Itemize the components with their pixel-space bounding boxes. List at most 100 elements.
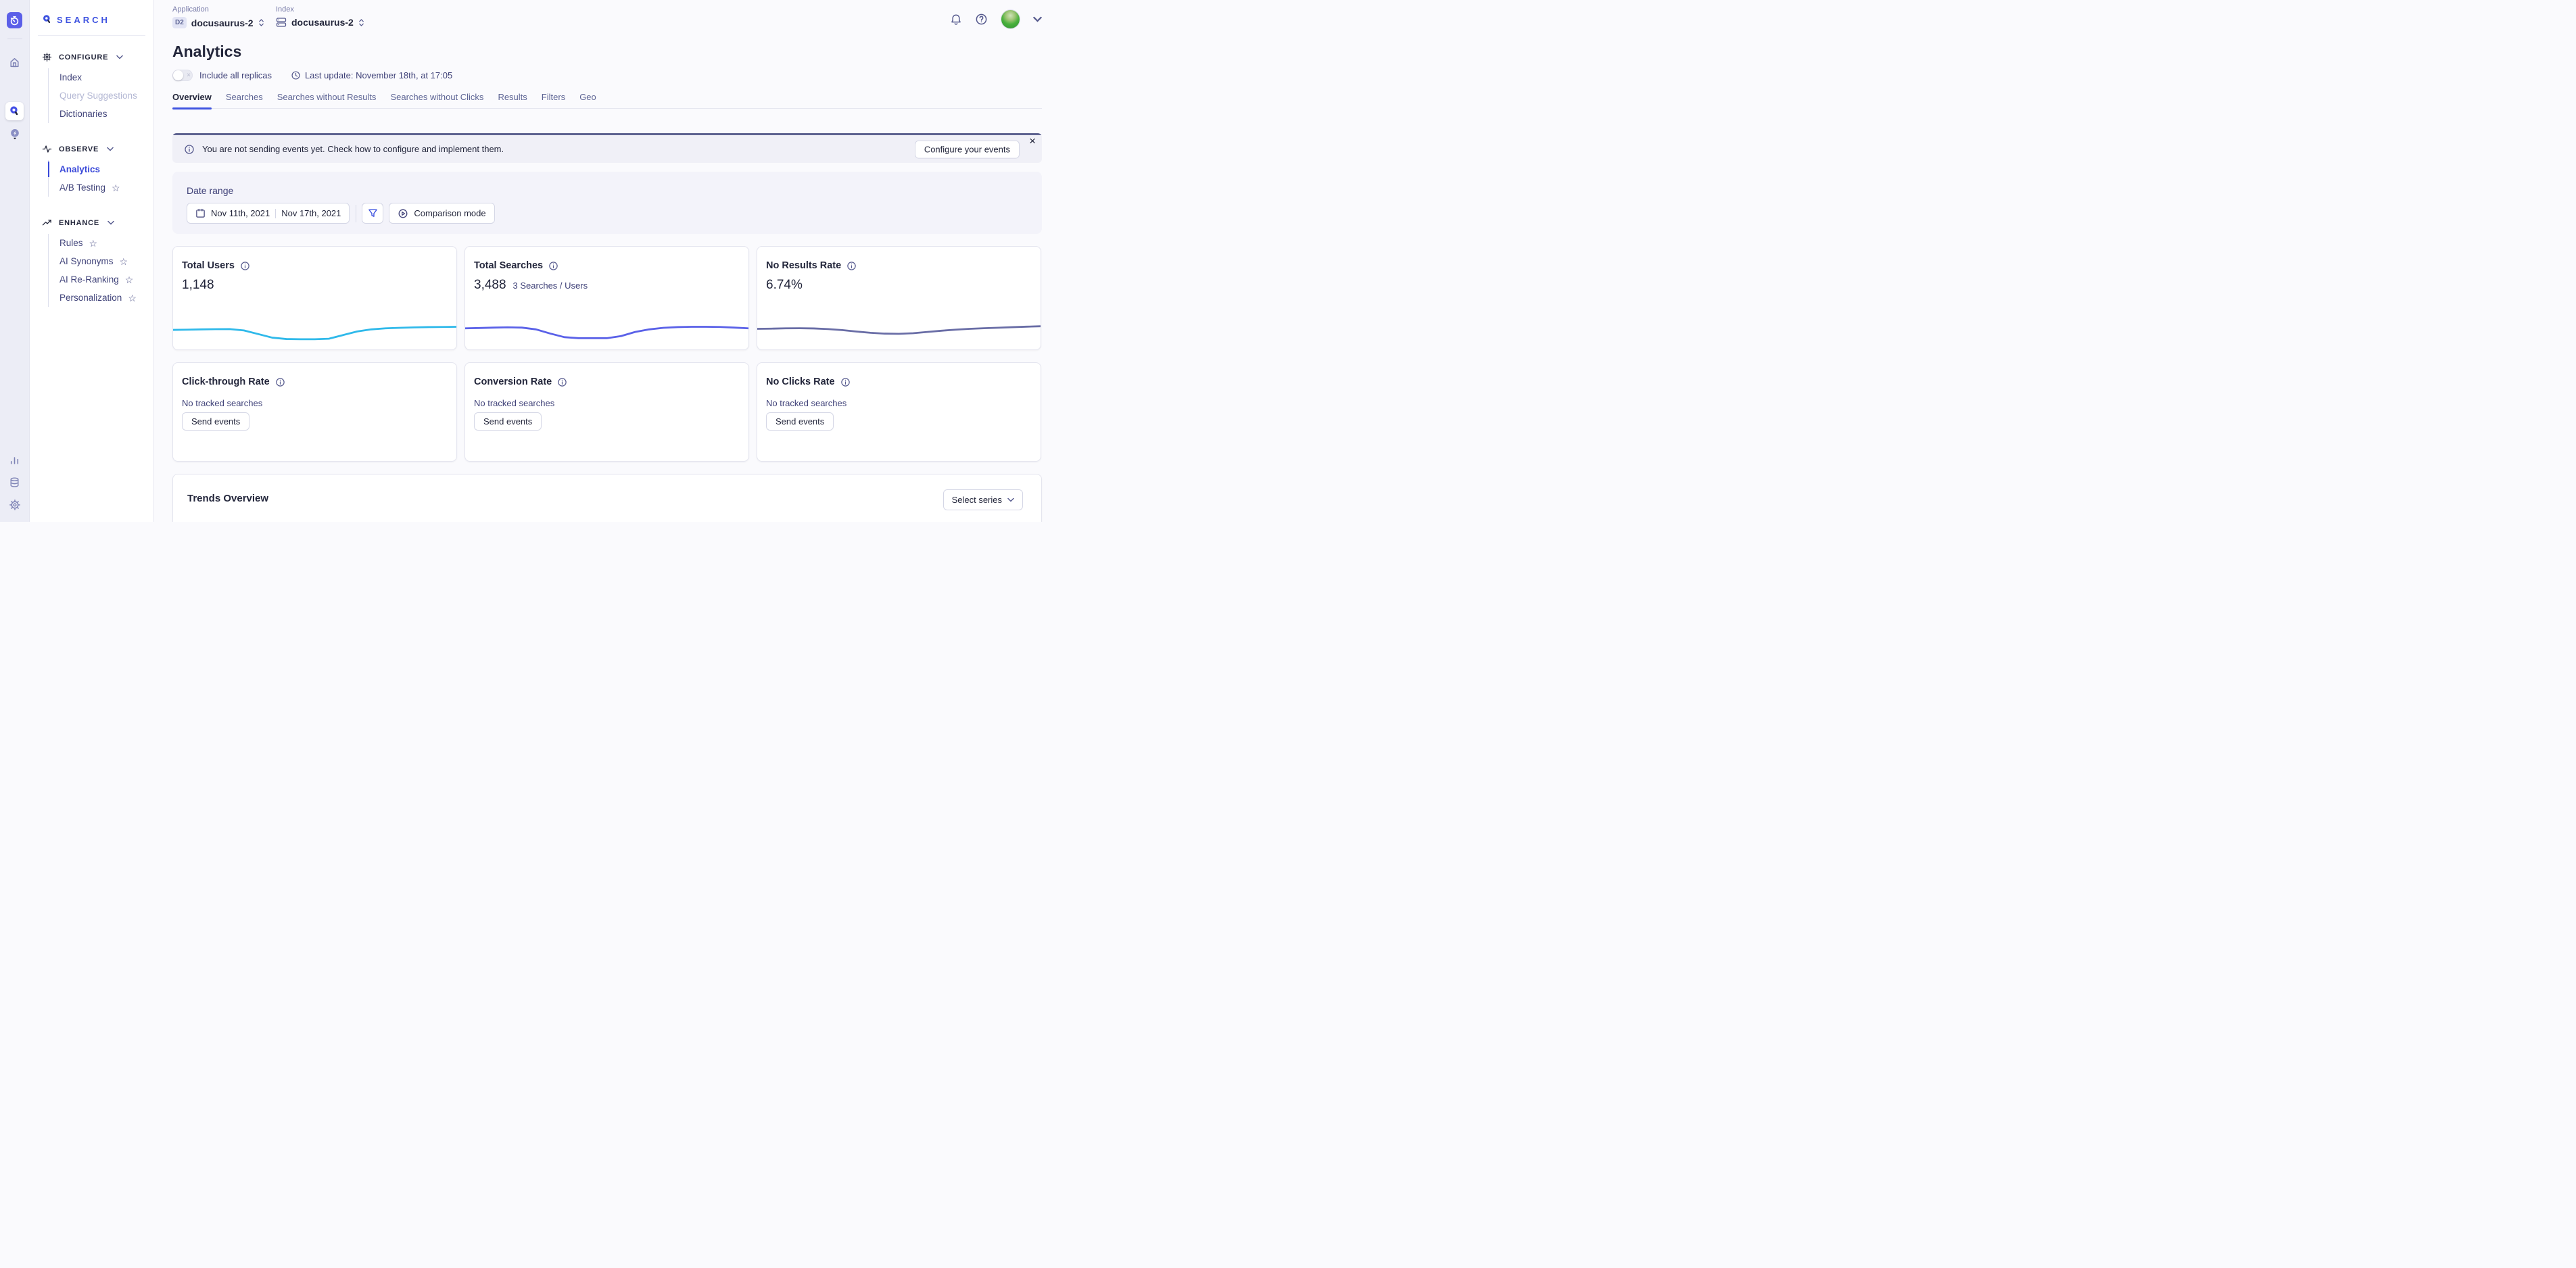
info-icon[interactable] [557, 377, 567, 387]
toggle-row: × Include all replicas Last update: Nove… [172, 70, 1042, 81]
play-circle-icon [398, 208, 408, 219]
tab-searches-without-results[interactable]: Searches without Results [277, 92, 377, 108]
rail-home-button[interactable] [5, 53, 24, 72]
index-icon [276, 17, 287, 28]
send-events-button[interactable]: Send events [182, 412, 249, 431]
sidebar-item-query-suggestions[interactable]: Query Suggestions [59, 87, 153, 105]
card-no-results-rate: No Results Rate 6.74% [757, 246, 1041, 350]
home-icon [9, 57, 20, 68]
logo-wordmark: SEARCH [57, 15, 110, 25]
configure-events-button[interactable]: Configure your events [915, 141, 1020, 159]
nav-header-label: OBSERVE [59, 145, 99, 153]
comparison-mode-button[interactable]: Comparison mode [389, 203, 494, 224]
sidebar-item-personalization[interactable]: Personalization ☆ [59, 289, 153, 307]
nav-header-configure[interactable]: CONFIGURE [42, 52, 153, 62]
last-update: Last update: November 18th, at 17:05 [291, 70, 452, 80]
toggle-off-x-icon: × [187, 70, 191, 81]
date-separator [275, 209, 276, 218]
card-title: Conversion Rate [474, 376, 552, 387]
question-circle-icon [975, 13, 988, 26]
lightbulb-bolt-icon [9, 128, 21, 141]
info-icon[interactable] [548, 261, 558, 271]
sidebar-item-ai-synonyms[interactable]: AI Synonyms☆ [59, 252, 153, 270]
search-logo-icon [42, 14, 53, 25]
tab-label: Geo [579, 92, 596, 102]
account-menu-button[interactable] [1033, 16, 1042, 22]
select-series-button[interactable]: Select series [943, 489, 1023, 510]
help-button[interactable] [975, 13, 988, 26]
card-title: Total Searches [474, 260, 543, 271]
info-icon[interactable] [275, 377, 285, 387]
tab-filters[interactable]: Filters [542, 92, 565, 108]
sidebar-item-label: Query Suggestions [59, 91, 137, 101]
info-icon[interactable] [846, 261, 857, 271]
filter-funnel-icon [368, 208, 378, 218]
include-replicas-toggle[interactable]: × [172, 70, 193, 81]
rail-data-button[interactable] [5, 473, 24, 491]
date-range-button[interactable]: Nov 11th, 2021 Nov 17th, 2021 [187, 203, 350, 224]
info-icon [184, 144, 195, 155]
sidebar-item-dictionaries[interactable]: Dictionaries [59, 105, 153, 123]
sidebar-item-ab-testing[interactable]: A/B Testing☆ [59, 178, 153, 197]
nav-section-configure: CONFIGURE Index Query Suggestions Dictio… [42, 52, 153, 123]
rail-search-button-active[interactable] [5, 102, 24, 120]
date-range-start: Nov 11th, 2021 [211, 208, 270, 218]
star-icon[interactable]: ☆ [112, 183, 120, 193]
filter-button[interactable] [362, 203, 383, 224]
index-value: docusaurus-2 [291, 17, 354, 28]
app-switcher-stopwatch-icon[interactable] [7, 12, 22, 28]
card-total-users: Total Users 1,148 [172, 246, 457, 350]
chevron-down-icon [1007, 497, 1014, 502]
star-icon[interactable]: ☆ [128, 293, 137, 303]
nav-header-enhance[interactable]: ENHANCE [42, 218, 153, 228]
nav-header-observe[interactable]: OBSERVE [42, 144, 153, 154]
tab-geo[interactable]: Geo [579, 92, 596, 108]
sidebar-item-analytics[interactable]: Analytics [59, 160, 153, 178]
tab-searches[interactable]: Searches [226, 92, 263, 108]
rail-usage-button[interactable] [5, 451, 24, 469]
user-avatar[interactable] [1001, 9, 1020, 29]
tab-results[interactable]: Results [498, 92, 527, 108]
icon-rail [0, 0, 30, 522]
nav-header-label: ENHANCE [59, 219, 99, 227]
kpi-value: 3,488 [474, 278, 506, 293]
card-no-clicks-rate: No Clicks Rate No tracked searches Send … [757, 362, 1041, 462]
tab-overview[interactable]: Overview [172, 92, 212, 108]
card-title: Total Users [182, 260, 235, 271]
card-title: Click-through Rate [182, 376, 270, 387]
chevron-down-icon [107, 147, 114, 151]
sidebar-nav: CONFIGURE Index Query Suggestions Dictio… [30, 36, 153, 307]
info-icon[interactable] [240, 261, 250, 271]
send-events-button[interactable]: Send events [474, 412, 542, 431]
tab-label: Searches without Results [277, 92, 377, 102]
stopwatch-icon [9, 15, 20, 26]
chevron-down-icon [1033, 16, 1042, 22]
application-badge: D2 [172, 17, 187, 28]
index-selector[interactable]: Index docusaurus-2 [276, 5, 364, 28]
send-events-button[interactable]: Send events [766, 412, 834, 431]
total-users-sparkline [173, 312, 456, 343]
index-label: Index [276, 5, 364, 14]
database-icon [9, 477, 20, 488]
application-selector[interactable]: Application D2 docusaurus-2 [172, 5, 264, 28]
rail-settings-button[interactable] [5, 495, 24, 514]
toggle-label: Include all replicas [199, 70, 272, 80]
banner-close-icon[interactable]: × [1029, 135, 1036, 148]
tab-searches-without-clicks[interactable]: Searches without Clicks [390, 92, 483, 108]
sidebar-item-rules[interactable]: Rules☆ [59, 234, 153, 252]
rail-recommend-button[interactable] [5, 125, 24, 143]
sidebar-item-index[interactable]: Index [59, 68, 153, 87]
star-icon[interactable]: ☆ [89, 239, 98, 248]
search-icon [9, 105, 20, 117]
info-icon[interactable] [840, 377, 851, 387]
star-icon[interactable]: ☆ [125, 275, 134, 285]
search-logo[interactable]: SEARCH [30, 0, 153, 25]
date-range-label: Date range [187, 185, 1042, 196]
application-value: docusaurus-2 [191, 18, 254, 28]
notifications-button[interactable] [950, 14, 962, 26]
metric-cards-row: Click-through Rate No tracked searches S… [172, 362, 1042, 462]
sidebar-item-label: Personalization [59, 293, 122, 303]
star-icon[interactable]: ☆ [120, 257, 128, 266]
sidebar-item-ai-re-ranking[interactable]: AI Re-Ranking☆ [59, 270, 153, 289]
topbar: Application D2 docusaurus-2 Index docu [172, 0, 1042, 34]
